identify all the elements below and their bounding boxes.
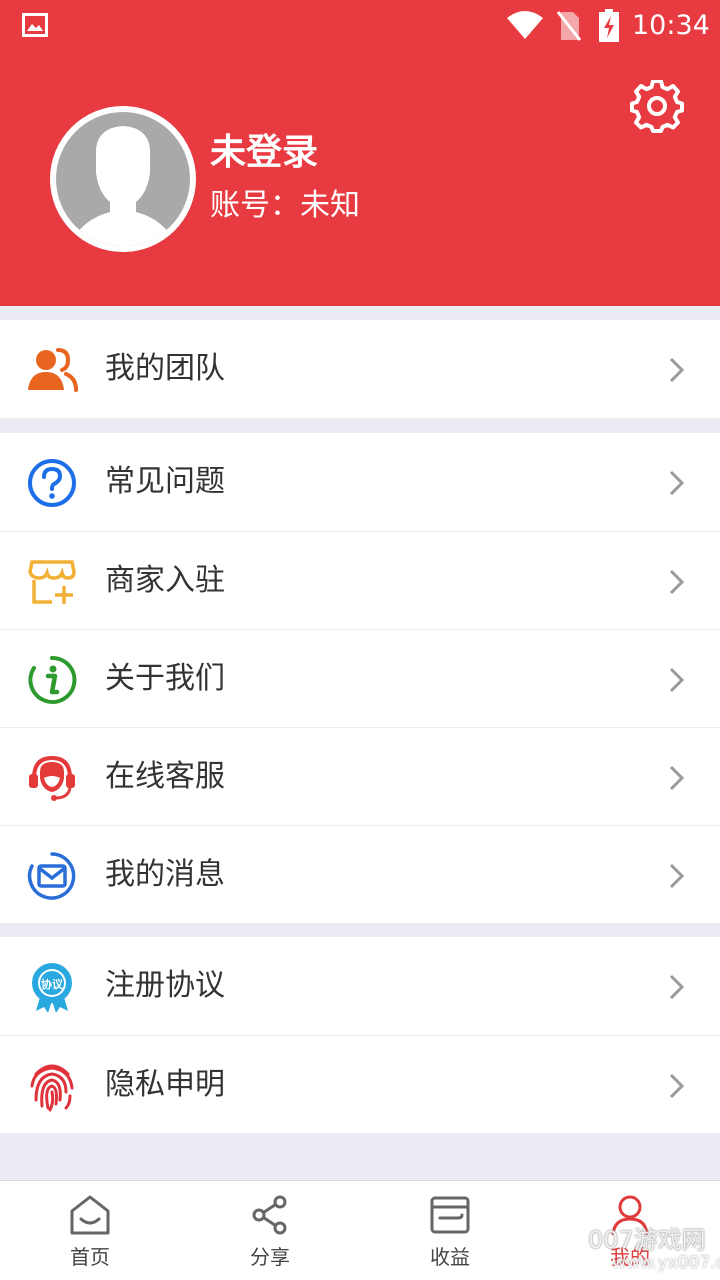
menu-item-label: 我的消息 xyxy=(105,857,225,892)
menu-group-main: 常见问题 商家入驻 关于我们 在线客服 我的消息 xyxy=(0,433,720,923)
menu-item-label: 在线客服 xyxy=(105,759,225,794)
tab-share[interactable]: 分享 xyxy=(180,1181,360,1280)
menu-item-online-service[interactable]: 在线客服 xyxy=(0,727,720,825)
no-sim-icon xyxy=(556,11,582,41)
menu-group-team: 我的团队 xyxy=(0,320,720,418)
menu-item-label: 商家入驻 xyxy=(105,563,225,598)
settings-gear-icon[interactable] xyxy=(630,80,684,134)
watermark-url: www.yx007.com xyxy=(612,1253,720,1273)
info-icon xyxy=(28,655,77,704)
user-account: 账号：未知 xyxy=(210,188,360,223)
chevron-right-icon xyxy=(669,470,685,496)
battery-charging-icon xyxy=(599,9,619,42)
menu-group-legal: 协议 注册协议 隐私申明 xyxy=(0,937,720,1133)
menu-item-label: 关于我们 xyxy=(105,661,225,696)
chevron-right-icon xyxy=(669,974,685,1000)
profile-header: 10:34 未登录 账号：未知 xyxy=(0,0,720,306)
menu-item-my-messages[interactable]: 我的消息 xyxy=(0,825,720,923)
menu-item-faq[interactable]: 常见问题 xyxy=(0,433,720,531)
message-icon xyxy=(27,852,76,900)
tab-earnings[interactable]: 收益 xyxy=(360,1181,540,1280)
tab-label: 首页 xyxy=(70,1245,110,1269)
chevron-right-icon xyxy=(669,357,685,383)
status-time: 10:34 xyxy=(632,10,710,41)
share-icon xyxy=(252,1195,287,1235)
tab-label: 收益 xyxy=(430,1245,470,1269)
menu-item-label: 我的团队 xyxy=(105,351,225,386)
menu-item-label: 注册协议 xyxy=(105,968,225,1003)
menu-item-merchant-join[interactable]: 商家入驻 xyxy=(0,531,720,629)
shop-icon xyxy=(28,560,76,604)
menu-item-registration-agreement[interactable]: 协议 注册协议 xyxy=(0,937,720,1035)
user-name[interactable]: 未登录 xyxy=(210,130,318,176)
chevron-right-icon xyxy=(669,1073,685,1099)
tab-label: 分享 xyxy=(250,1245,290,1269)
image-notification-icon xyxy=(22,13,48,37)
status-bar: 10:34 xyxy=(0,0,720,54)
svg-text:协议: 协议 xyxy=(41,977,64,991)
home-icon xyxy=(70,1195,110,1235)
menu-item-privacy-statement[interactable]: 隐私申明 xyxy=(0,1035,720,1133)
watermark-text: 007游戏网 xyxy=(588,1226,706,1254)
chevron-right-icon xyxy=(669,863,685,889)
chevron-right-icon xyxy=(669,765,685,791)
fingerprint-icon xyxy=(30,1064,74,1112)
tab-home[interactable]: 首页 xyxy=(0,1181,180,1280)
chevron-right-icon xyxy=(669,667,685,693)
menu-item-label: 常见问题 xyxy=(105,464,225,499)
agreement-icon: 协议 xyxy=(32,963,72,1013)
customer-service-icon xyxy=(29,755,75,801)
chevron-right-icon xyxy=(669,569,685,595)
menu-item-about-us[interactable]: 关于我们 xyxy=(0,629,720,727)
team-icon xyxy=(28,348,78,392)
default-avatar-icon xyxy=(70,126,176,246)
menu-item-label: 隐私申明 xyxy=(105,1067,225,1102)
avatar[interactable] xyxy=(50,106,196,252)
wifi-icon xyxy=(507,11,543,39)
wallet-icon xyxy=(430,1196,470,1234)
menu-item-my-team[interactable]: 我的团队 xyxy=(0,320,720,418)
question-icon xyxy=(28,459,76,507)
